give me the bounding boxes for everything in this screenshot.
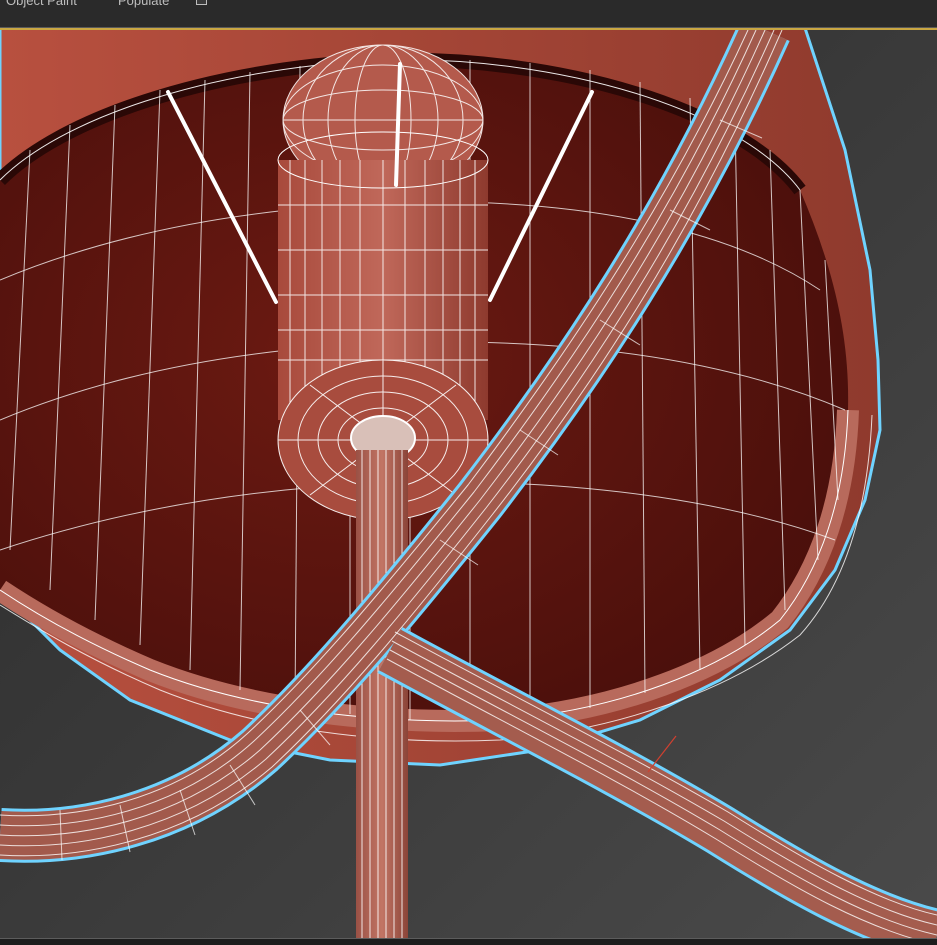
max-window: Object Paint Populate [0,0,937,945]
ribbon-strip: Object Paint Populate [0,0,937,28]
perspective-viewport[interactable] [0,28,937,940]
object-paint-tab[interactable]: Object Paint [6,0,77,8]
viewport-canvas[interactable] [0,28,937,940]
viewport-bottom-edge [0,938,937,945]
lamp-stem[interactable] [356,450,408,940]
populate-tab[interactable]: Populate [118,0,169,8]
ribbon-toggle-checkbox[interactable] [196,0,207,5]
